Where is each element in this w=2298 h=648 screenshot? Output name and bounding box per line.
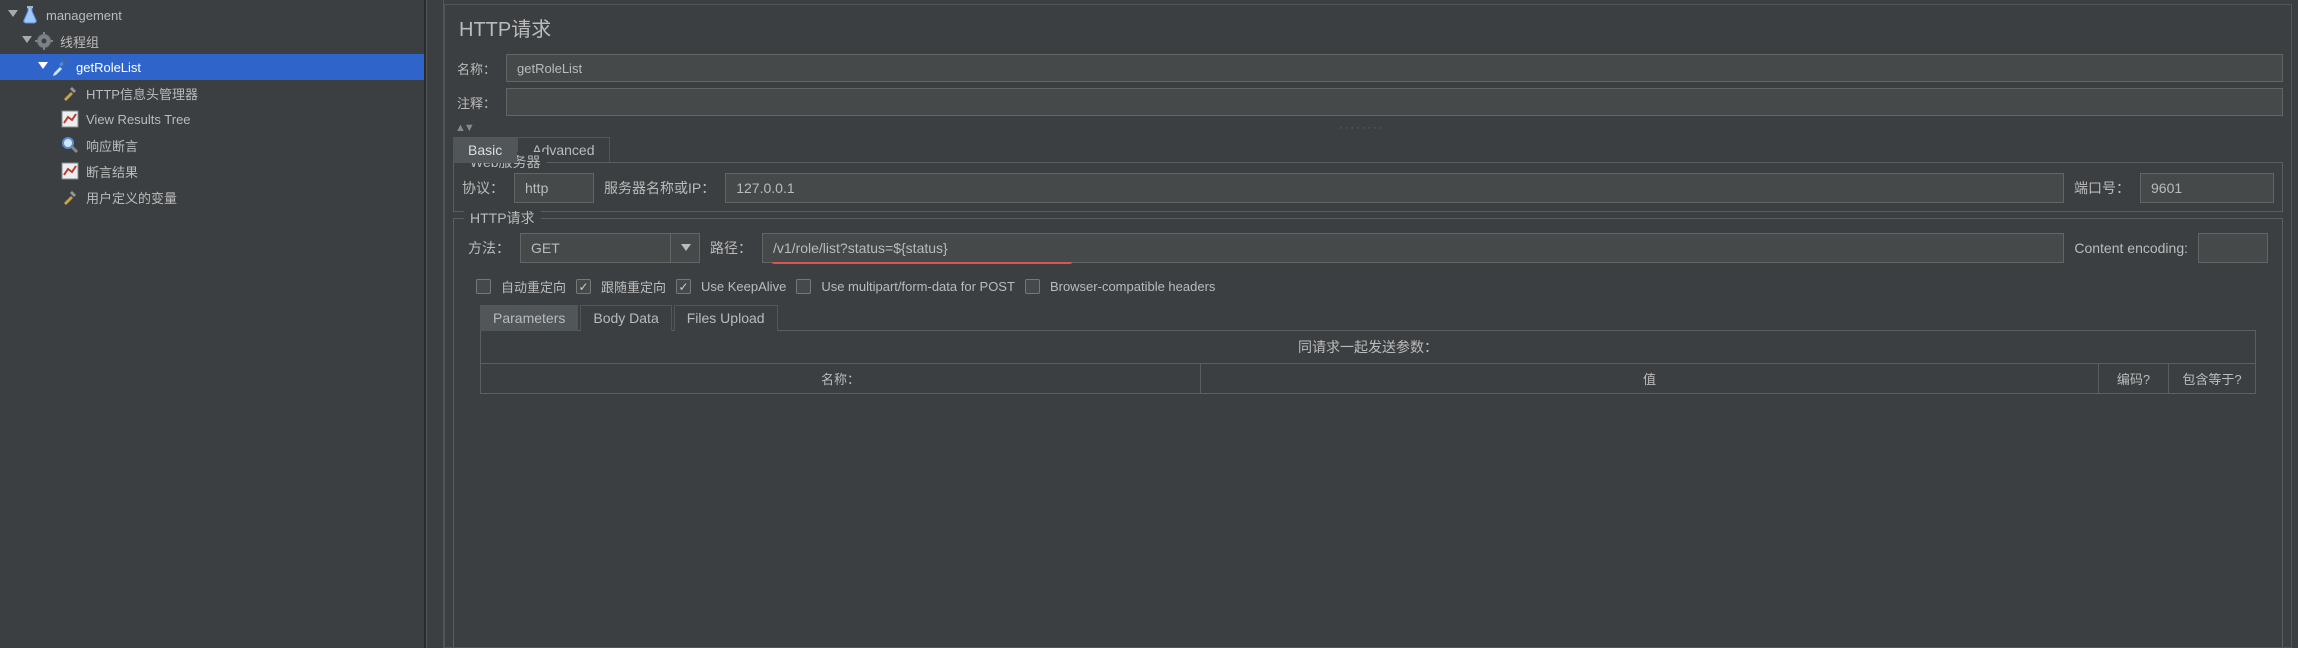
browser-headers-checkbox[interactable] — [1025, 279, 1040, 294]
tab-basic[interactable]: Basic — [453, 137, 517, 163]
port-label: 端口号： — [2074, 178, 2130, 198]
tree-node-assertion-results[interactable]: 断言结果 — [0, 158, 424, 184]
tree-label: 断言结果 — [86, 162, 138, 181]
annotation-underline — [772, 262, 1072, 264]
path-input[interactable] — [762, 233, 2064, 263]
follow-redirect-checkbox[interactable] — [576, 279, 591, 294]
panel-title: HTTP请求 — [445, 5, 2291, 54]
tree-node-testplan[interactable]: management — [0, 2, 424, 28]
main-panel: HTTP请求 名称： 注释： ▲▼ ········ Basic Advance… — [444, 0, 2298, 648]
method-label: 方法： — [468, 238, 510, 258]
tab-body-data[interactable]: Body Data — [580, 305, 671, 331]
dropper-icon — [50, 57, 70, 77]
col-include-equals[interactable]: 包含等于? — [2169, 364, 2255, 393]
content-encoding-label: Content encoding: — [2074, 240, 2188, 256]
tree-node-threadgroup[interactable]: 线程组 — [0, 28, 424, 54]
method-select[interactable] — [520, 233, 700, 263]
auto-redirect-label: 自动重定向 — [501, 277, 566, 296]
collapse-icon[interactable] — [6, 8, 20, 22]
col-name[interactable]: 名称： — [481, 364, 1201, 393]
tree-label: management — [46, 8, 122, 23]
protocol-label: 协议： — [462, 178, 504, 198]
vertical-splitter[interactable] — [426, 0, 444, 648]
tools-icon — [60, 187, 80, 207]
table-header-row: 名称： 值 编码? 包含等于? — [481, 363, 2255, 393]
port-input[interactable] — [2140, 173, 2274, 203]
gear-icon — [34, 31, 54, 51]
keepalive-label: Use KeepAlive — [701, 279, 786, 294]
horizontal-splitter[interactable]: ▲▼ ········ — [445, 122, 2291, 134]
name-label: 名称： — [453, 59, 506, 78]
content-encoding-input[interactable] — [2198, 233, 2268, 263]
tree-node-header-manager[interactable]: HTTP信息头管理器 — [0, 80, 424, 106]
browser-headers-label: Browser-compatible headers — [1050, 279, 1215, 294]
tree-node-user-vars[interactable]: 用户定义的变量 — [0, 184, 424, 210]
tree-node-sampler-selected[interactable]: getRoleList — [0, 54, 424, 80]
tab-files-upload[interactable]: Files Upload — [674, 305, 778, 331]
magnifier-icon — [60, 135, 80, 155]
tree-label: 响应断言 — [86, 136, 138, 155]
path-label: 路径： — [710, 238, 752, 258]
comment-label: 注释： — [453, 93, 506, 112]
multipart-label: Use multipart/form-data for POST — [821, 279, 1015, 294]
tree-label: 线程组 — [60, 32, 99, 51]
col-encode[interactable]: 编码? — [2099, 364, 2169, 393]
grip-icon: ········ — [1339, 122, 1384, 134]
tools-icon — [60, 83, 80, 103]
tree-node-response-assertion[interactable]: 响应断言 — [0, 132, 424, 158]
tree-panel: management 线程组 getRoleList — [0, 0, 426, 648]
tree-node-view-results[interactable]: View Results Tree — [0, 106, 424, 132]
chart-icon — [60, 161, 80, 181]
protocol-input[interactable] — [514, 173, 594, 203]
name-input[interactable] — [506, 54, 2283, 82]
host-input[interactable] — [725, 173, 2064, 203]
tree-label: 用户定义的变量 — [86, 188, 177, 207]
expand-icon: ▲▼ — [455, 122, 473, 134]
parameters-table: 同请求一起发送参数： 名称： 值 编码? 包含等于? — [480, 330, 2256, 394]
auto-redirect-checkbox[interactable] — [476, 279, 491, 294]
tab-parameters[interactable]: Parameters — [480, 305, 578, 331]
tree-label: View Results Tree — [86, 112, 191, 127]
col-value[interactable]: 值 — [1201, 364, 2099, 393]
collapse-icon[interactable] — [20, 34, 34, 48]
flask-icon — [20, 5, 40, 25]
chart-icon — [60, 109, 80, 129]
multipart-checkbox[interactable] — [796, 279, 811, 294]
tree-label: HTTP信息头管理器 — [86, 84, 198, 103]
parameters-title: 同请求一起发送参数： — [481, 331, 2255, 363]
comment-input[interactable] — [506, 88, 2283, 116]
follow-redirect-label: 跟随重定向 — [601, 277, 666, 296]
http-legend: HTTP请求 — [464, 208, 541, 228]
tree-label: getRoleList — [76, 60, 141, 75]
keepalive-checkbox[interactable] — [676, 279, 691, 294]
method-value[interactable] — [520, 233, 700, 263]
host-label: 服务器名称或IP： — [604, 178, 715, 198]
collapse-icon[interactable] — [36, 60, 50, 74]
